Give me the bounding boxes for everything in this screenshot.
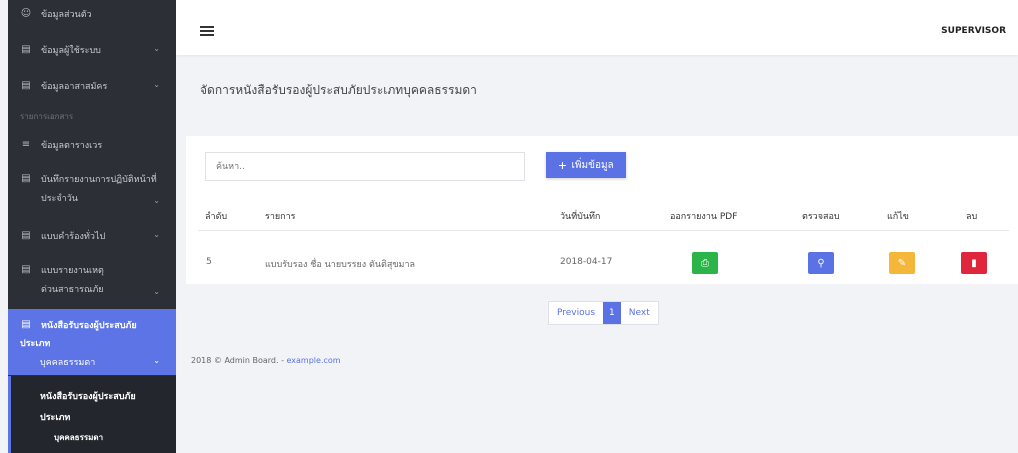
column-header-check: ตรวจสอบ [802,212,840,222]
sidebar-sub-label-3: บุคคลธรรมดา [54,433,104,442]
search-icon: ⚲ [817,257,825,269]
chevron-down-icon: ⌄ [153,44,160,53]
previous-button[interactable]: Previous [549,302,603,324]
column-header-item: รายการ [265,212,296,222]
edit-button[interactable]: ✎ [889,252,915,274]
sidebar-item-daily-report[interactable]: ▤ บันทึกรายงานการปฏิบัติหน้าที่ ประจำวัน… [8,173,176,206]
next-button[interactable]: Next [621,302,658,324]
search-input[interactable] [205,152,525,181]
sidebar-active-label: หนังสือรับรองผู้ประสบภัย [41,321,137,331]
sidebar-active-label-2: ประเภท [20,339,51,349]
trash-icon: ▮ [971,257,977,269]
print-icon: ⎙ [701,257,709,269]
column-header-pdf: ออกรายงาน PDF [670,212,738,222]
sidebar-item-label: ข้อมูลตารางเวร [41,141,103,151]
sidebar-item-general-request[interactable]: ▤ แบบคำร้องทั่วไป ⌄ [8,230,176,244]
sidebar-item-label: แบบรายงานเหตุ [41,266,104,276]
delete-button[interactable]: ▮ [961,252,987,274]
sidebar-item-incident-report[interactable]: ▤ แบบรายงานเหตุ ด่วนสาธารณภัย ⌄ [8,264,176,297]
chevron-down-icon: ⌄ [153,230,160,239]
column-header-no: ลำดับ [205,212,228,222]
chevron-down-icon: ⌄ [153,356,160,365]
chevron-down-icon: ⌄ [153,287,160,296]
view-button[interactable]: ⚲ [808,252,834,274]
add-button-label: เพิ่มข้อมูล [571,159,614,171]
chevron-down-icon: ⌄ [153,80,160,89]
add-button[interactable]: + เพิ่มข้อมูล [546,152,626,178]
page-1-button[interactable]: 1 [603,302,621,324]
footer-link[interactable]: example.com [287,356,341,365]
footer-text: 2018 © Admin Board. - [191,356,287,365]
sidebar-item-schedule[interactable]: ≡ ข้อมูลตารางเวร [8,139,176,153]
sidebar-item-label: ข้อมูลส่วนตัว [41,10,92,20]
sidebar-sub-label: หนังสือรับรองผู้ประสบภัย [40,392,136,402]
column-header-edit: แก้ไข [887,212,909,222]
sidebar-subitem-disaster-certificate[interactable]: หนังสือรับรองผู้ประสบภัย ประเภท บุคคลธรร… [8,376,176,453]
top-bar: SUPERVISOR [176,0,1018,55]
pagination: Previous 1 Next [548,301,659,325]
sidebar-item-volunteers[interactable]: ▤ ข้อมูลอาสาสมัคร ⌄ [8,80,176,94]
sidebar-active-header: ▤ หนังสือรับรองผู้ประสบภัย [20,319,137,333]
pencil-icon: ✎ [897,257,907,269]
sidebar-item-label: ข้อมูลอาสาสมัคร [41,82,108,92]
sidebar-item-label: บันทึกรายงานการปฏิบัติหน้าที่ [41,175,157,185]
cell-date: 2018-04-17 [560,257,613,267]
page-title: จัดการหนังสือรับรองผู้ประสบภัยประเภทบุคค… [200,83,477,97]
sidebar-item-users[interactable]: ▤ ข้อมูลผู้ใช้ระบบ ⌄ [8,44,176,58]
column-header-delete: ลบ [966,212,978,222]
id-card-icon: ▤ [21,44,31,55]
sidebar-item-label-2: ด่วนสาธารณภัย [41,285,104,295]
document-icon: ▤ [21,173,31,184]
chevron-down-icon: ⌄ [153,196,160,205]
cell-no: 5 [206,257,212,267]
plus-icon: + [558,157,567,173]
document-icon: ▤ [21,264,31,275]
sidebar: ☺ ข้อมูลส่วนตัว ▤ ข้อมูลผู้ใช้ระบบ ⌄ ▤ ข… [8,0,176,453]
sidebar-item-label: แบบคำร้องทั่วไป [41,232,106,242]
footer: 2018 © Admin Board. - example.com [191,356,341,365]
cell-item: แบบรับรอง ชื่อ นายบรรยง ตันติสุขมาล [265,260,416,270]
sidebar-item-label-2: ประจำวัน [41,194,78,204]
sidebar-section-title: รายการเอกสาร [20,112,74,121]
list-icon: ≡ [21,139,31,150]
user-role[interactable]: SUPERVISOR [941,26,1006,36]
sidebar-item-disaster-certificate[interactable]: ▤ หนังสือรับรองผู้ประสบภัย ประเภท บุคคลธ… [8,309,176,375]
document-icon: ▤ [21,230,31,241]
sidebar-item-label: ข้อมูลผู้ใช้ระบบ [41,46,101,56]
sidebar-sub-label-2: ประเภท [40,413,71,423]
sidebar-active-label-3: บุคคลธรรมดา [40,358,96,368]
sidebar-item-profile[interactable]: ☺ ข้อมูลส่วนตัว [8,8,176,22]
print-pdf-button[interactable]: ⎙ [692,252,718,274]
id-card-icon: ▤ [21,80,31,91]
document-icon: ▤ [21,319,31,330]
column-header-date: วันที่บันทึก [560,212,601,222]
menu-icon[interactable] [200,26,214,36]
user-icon: ☺ [20,8,32,19]
table-divider [198,230,1009,231]
active-indicator [8,376,11,453]
